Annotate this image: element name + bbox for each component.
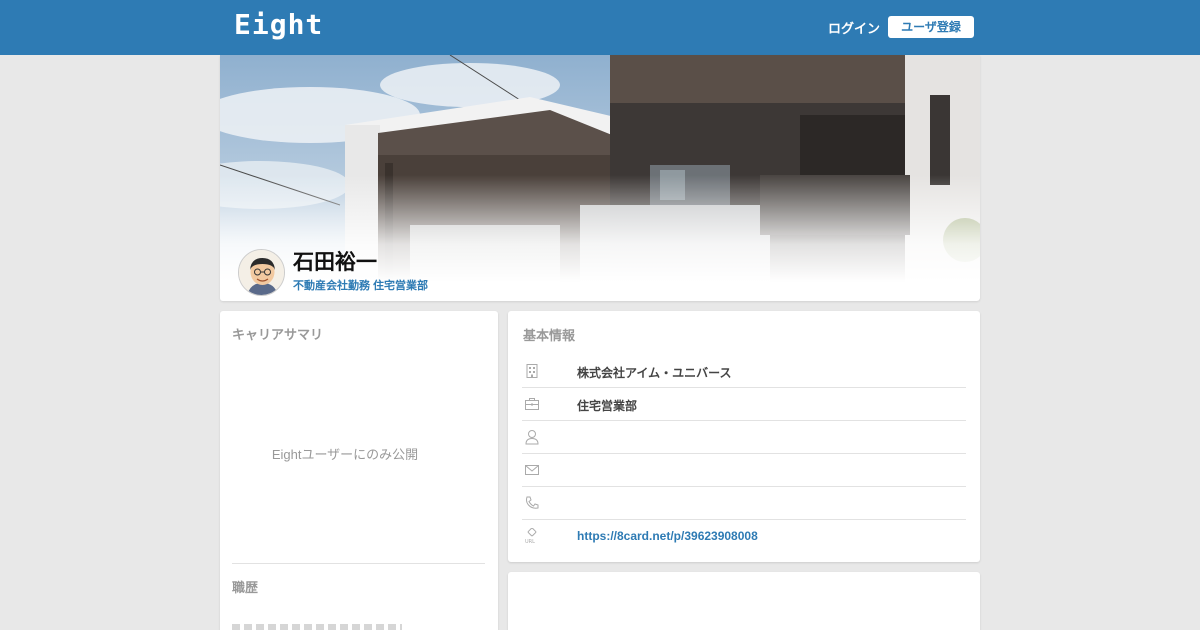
info-row-company: 株式会社アイム・ユニバース: [522, 355, 966, 388]
url-icon: URL: [525, 528, 537, 544]
briefcase-icon: [525, 398, 539, 410]
work-history-title: 職歴: [232, 580, 259, 595]
user-avatar[interactable]: [238, 249, 285, 296]
profile-url-link[interactable]: https://8card.net/p/39623908008: [577, 529, 758, 543]
user-affiliation: 不動産会社勤務 住宅営業部: [293, 280, 429, 292]
mail-icon: [525, 465, 539, 475]
career-summary-card: キャリアサマリ Eightユーザーにのみ公開 職歴: [220, 311, 498, 630]
avatar-illustration: [239, 250, 284, 295]
company-name: 株式会社アイム・ユニバース: [577, 366, 732, 380]
building-icon: [526, 364, 538, 378]
person-icon: [525, 430, 539, 445]
secondary-card: [508, 572, 980, 630]
info-row-position: [522, 421, 966, 454]
work-history-entry-partial: [232, 624, 402, 630]
career-summary-title: キャリアサマリ: [232, 327, 324, 342]
department-name: 住宅営業部: [577, 399, 638, 413]
info-row-department: 住宅営業部: [522, 388, 966, 421]
basic-info-card: 基本情報 株式会社アイム・ユニバース 住宅営業部 URL https://8ca…: [508, 311, 980, 562]
career-divider: [232, 563, 485, 564]
svg-text:URL: URL: [525, 539, 535, 544]
phone-icon: [526, 496, 539, 509]
top-navigation-bar: Eight ログイン ユーザ登録: [0, 0, 1200, 55]
basic-info-title: 基本情報: [523, 328, 576, 343]
private-note: Eightユーザーにのみ公開: [271, 447, 419, 462]
eight-logo[interactable]: Eight: [234, 8, 323, 41]
login-link[interactable]: ログイン: [828, 18, 880, 37]
info-row-url: URL https://8card.net/p/39623908008: [522, 520, 966, 553]
profile-cover-card: 石田裕一 不動産会社勤務 住宅営業部: [220, 55, 980, 301]
info-row-email: [522, 454, 966, 487]
register-button[interactable]: ユーザ登録: [888, 16, 974, 38]
info-row-phone: [522, 487, 966, 520]
user-name: 石田裕一: [293, 251, 377, 274]
